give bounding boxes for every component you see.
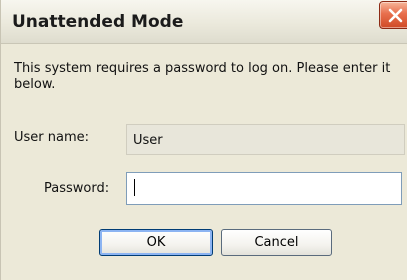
cancel-button[interactable]: Cancel (221, 229, 332, 256)
title-bar[interactable]: Unattended Mode (1, 0, 407, 44)
password-label: Password: (44, 181, 110, 196)
ok-button[interactable]: OK (99, 229, 213, 256)
password-input[interactable] (126, 172, 402, 205)
close-icon (388, 8, 403, 23)
window-title: Unattended Mode (12, 12, 184, 32)
unattended-mode-dialog: Unattended Mode This system requires a p… (0, 0, 407, 280)
username-label: User name: (14, 130, 90, 145)
instruction-message: This system requires a password to log o… (14, 61, 391, 92)
username-field: User (126, 124, 405, 155)
text-caret (134, 179, 135, 196)
close-button[interactable] (379, 1, 407, 29)
